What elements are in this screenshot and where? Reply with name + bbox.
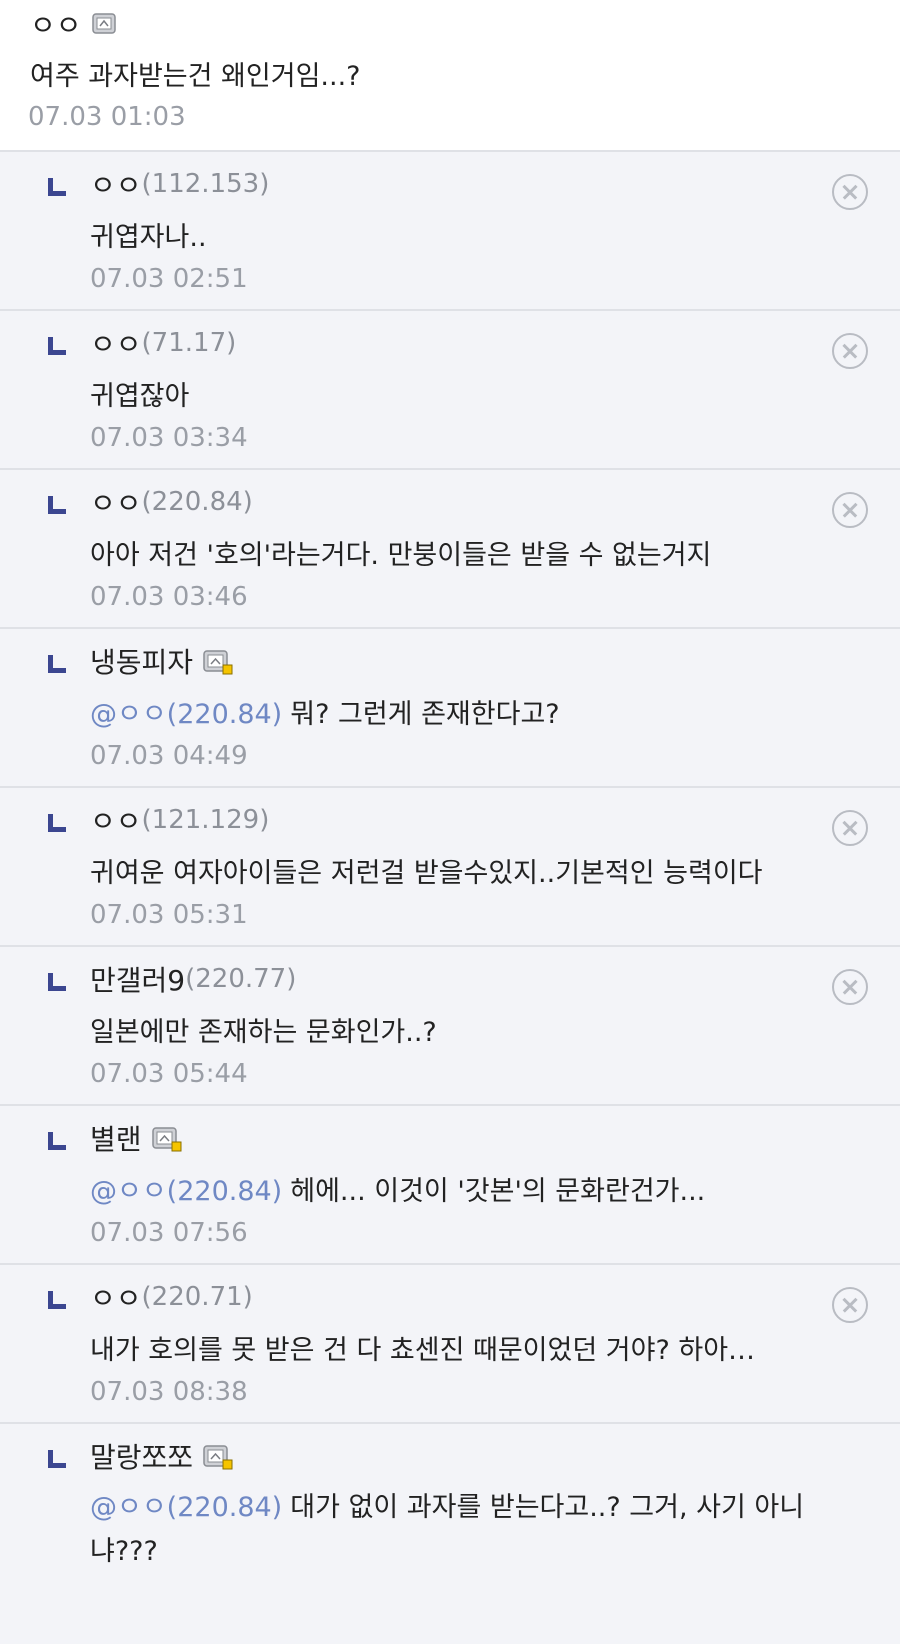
reply-item: 냉동피자 @ㅇㅇ(220.84) 뭐? 그런게 존재한다고? 07.03 04:4… (0, 629, 900, 788)
reply-arrow-icon (48, 973, 66, 991)
reply-mention-link[interactable]: @ㅇㅇ(220.84) (90, 699, 282, 730)
reply-header: ㅇㅇ (121.129) (90, 802, 269, 838)
reply-item: ㅇㅇ (112.153) 귀엽자나.. 07.03 02:51 (0, 152, 900, 311)
reply-ip: (220.77) (185, 964, 297, 994)
top-comment-date: 07.03 01:03 (28, 102, 186, 132)
reply-nickname[interactable]: ㅇㅇ (90, 323, 142, 363)
reply-arrow-icon (48, 1291, 66, 1309)
reply-nickname[interactable]: 만갤러9 (90, 959, 185, 999)
reply-date: 07.03 05:31 (90, 900, 248, 930)
reply-text-content: 귀엽자나.. (90, 222, 207, 253)
reply-nickname[interactable]: 말랑쪼쪼 (90, 1436, 193, 1476)
reply-text: 귀엽잖아 (90, 375, 850, 419)
delete-icon[interactable] (832, 1287, 868, 1323)
reply-item: 만갤러9 (220.77) 일본에만 존재하는 문화인가..? 07.03 05:… (0, 947, 900, 1106)
gallery-member-icon (203, 1444, 233, 1469)
reply-header: ㅇㅇ (112.153) (90, 166, 269, 202)
reply-text-content: 귀엽잖아 (90, 381, 190, 412)
reply-date: 07.03 03:46 (90, 582, 248, 612)
reply-text-content: 일본에만 존재하는 문화인가..? (90, 1017, 437, 1048)
reply-ip: (121.129) (141, 805, 270, 835)
reply-header: ㅇㅇ (220.84) (90, 484, 253, 520)
reply-arrow-icon (48, 1450, 66, 1468)
delete-icon[interactable] (832, 969, 868, 1005)
reply-nickname[interactable]: 별랜 (90, 1118, 142, 1158)
reply-arrow-icon (48, 337, 66, 355)
reply-arrow-icon (48, 496, 66, 514)
delete-icon[interactable] (832, 492, 868, 528)
reply-arrow-icon (48, 178, 66, 196)
reply-date: 07.03 03:34 (90, 423, 248, 453)
reply-arrow-icon (48, 1132, 66, 1150)
top-comment-header: ㅇㅇ (30, 6, 118, 42)
reply-item: 말랑쪼쪼 @ㅇㅇ(220.84) 대가 없이 과자를 받는다고..? 그거, 사기… (0, 1424, 900, 1644)
reply-text: @ㅇㅇ(220.84) 뭐? 그런게 존재한다고? (90, 693, 850, 737)
reply-mention-link[interactable]: @ㅇㅇ(220.84) (90, 1492, 282, 1523)
reply-text-content: 귀여운 여자아이들은 저런걸 받을수있지..기본적인 능력이다 (90, 858, 763, 889)
reply-header: ㅇㅇ (71.17) (90, 325, 236, 361)
reply-item: ㅇㅇ (121.129) 귀여운 여자아이들은 저런걸 받을수있지..기본적인 능… (0, 788, 900, 947)
reply-header: 별랜 (90, 1118, 182, 1158)
reply-date: 07.03 07:56 (90, 1218, 248, 1248)
reply-text: @ㅇㅇ(220.84) 대가 없이 과자를 받는다고..? 그거, 사기 아니냐?… (90, 1486, 850, 1574)
reply-arrow-icon (48, 655, 66, 673)
reply-nickname[interactable]: ㅇㅇ (90, 1277, 142, 1317)
top-comment-nickname[interactable]: ㅇㅇ (30, 4, 82, 44)
reply-text-content: 뭐? 그런게 존재한다고? (290, 699, 560, 730)
reply-nickname[interactable]: ㅇㅇ (90, 164, 142, 204)
delete-icon[interactable] (832, 333, 868, 369)
reply-ip: (220.71) (141, 1282, 253, 1312)
gallery-member-icon (203, 649, 233, 674)
reply-header: ㅇㅇ (220.71) (90, 1279, 253, 1315)
reply-text-content: 아아 저건 '호의'라는거다. 만붕이들은 받을 수 없는거지 (90, 540, 712, 571)
gallery-member-icon (151, 1126, 182, 1151)
reply-header: 냉동피자 (90, 641, 233, 681)
reply-text-content: 헤에... 이것이 '갓본'의 문화란건가... (290, 1176, 706, 1207)
reply-date: 07.03 04:49 (90, 741, 248, 771)
reply-text: 내가 호의를 못 받은 건 다 쵸센진 때문이었던 거야? 하아… (90, 1329, 850, 1373)
reply-text: 귀여운 여자아이들은 저런걸 받을수있지..기본적인 능력이다 (90, 852, 850, 896)
reply-ip: (71.17) (141, 328, 237, 358)
reply-item: 별랜 @ㅇㅇ(220.84) 헤에... 이것이 '갓본'의 문화란건가... 0… (0, 1106, 900, 1265)
reply-date: 07.03 02:51 (90, 264, 248, 294)
reply-date: 07.03 08:38 (90, 1377, 248, 1407)
reply-text: 아아 저건 '호의'라는거다. 만붕이들은 받을 수 없는거지 (90, 534, 850, 578)
reply-item: ㅇㅇ (71.17) 귀엽잖아 07.03 03:34 (0, 311, 900, 470)
reply-item: ㅇㅇ (220.71) 내가 호의를 못 받은 건 다 쵸센진 때문이었던 거야?… (0, 1265, 900, 1424)
top-comment: ㅇㅇ 여주 과자받는건 왜인거임...? 07.03 01:03 (0, 0, 900, 152)
reply-ip: (220.84) (141, 487, 253, 517)
reply-header: 말랑쪼쪼 (90, 1436, 233, 1476)
reply-nickname[interactable]: 냉동피자 (90, 641, 193, 681)
delete-icon[interactable] (832, 810, 868, 846)
reply-mention-link[interactable]: @ㅇㅇ(220.84) (90, 1176, 282, 1207)
reply-text: 귀엽자나.. (90, 216, 850, 260)
reply-text: @ㅇㅇ(220.84) 헤에... 이것이 '갓본'의 문화란건가... (90, 1170, 850, 1214)
delete-icon[interactable] (832, 174, 868, 210)
reply-arrow-icon (48, 814, 66, 832)
gallery-member-icon (91, 12, 118, 36)
reply-nickname[interactable]: ㅇㅇ (90, 482, 142, 522)
reply-item: ㅇㅇ (220.84) 아아 저건 '호의'라는거다. 만붕이들은 받을 수 없는… (0, 470, 900, 629)
reply-text-content: 내가 호의를 못 받은 건 다 쵸센진 때문이었던 거야? 하아… (90, 1335, 756, 1366)
reply-header: 만갤러9 (220.77) (90, 961, 296, 997)
reply-ip: (112.153) (141, 169, 270, 199)
reply-date: 07.03 05:44 (90, 1059, 248, 1089)
reply-text: 일본에만 존재하는 문화인가..? (90, 1011, 850, 1055)
reply-nickname[interactable]: ㅇㅇ (90, 800, 142, 840)
top-comment-text: 여주 과자받는건 왜인거임...? (30, 61, 361, 92)
